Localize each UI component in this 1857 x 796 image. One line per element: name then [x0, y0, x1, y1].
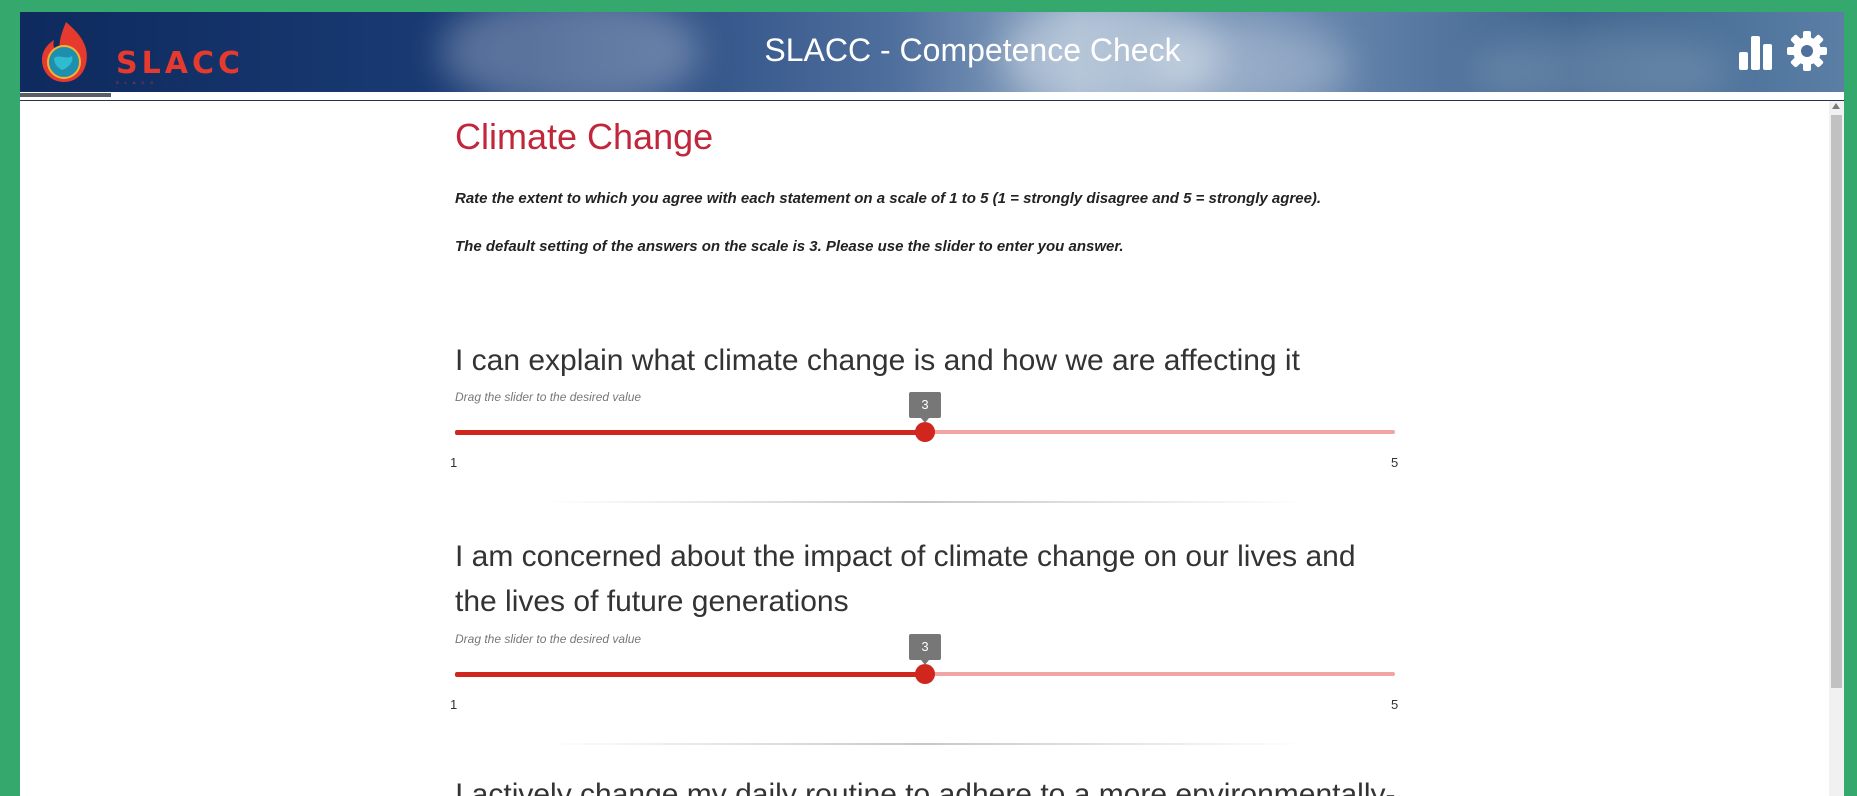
gear-icon[interactable] — [1786, 30, 1828, 72]
question-separator — [545, 743, 1305, 745]
header-bar: SLACC SLACC · · · · · SLACC - Competence… — [20, 12, 1844, 92]
slider-handle[interactable] — [915, 664, 935, 684]
slider-max-label: 5 — [1391, 697, 1399, 712]
scrollbar-thumb[interactable] — [1831, 115, 1842, 688]
slider-handle[interactable] — [915, 422, 935, 442]
slider-track[interactable] — [925, 430, 1395, 434]
instruction-scale: Rate the extent to which you agree with … — [455, 190, 1322, 207]
header-divider — [20, 100, 1844, 101]
bar-chart-icon[interactable] — [1738, 30, 1774, 72]
page-title: Climate Change — [455, 116, 714, 157]
slider-track[interactable] — [925, 672, 1395, 676]
instruction-default: The default setting of the answers on th… — [455, 238, 1124, 255]
progress-track — [20, 92, 1844, 95]
slider-fill — [455, 430, 925, 435]
slider-min-label: 1 — [450, 697, 458, 712]
slider-value-tooltip: 3 — [909, 634, 941, 665]
slider-min-label: 1 — [450, 455, 458, 470]
app-window: SLACC SLACC · · · · · SLACC - Competence… — [20, 12, 1844, 796]
slider-fill — [455, 672, 925, 677]
progress-bar — [20, 93, 111, 97]
logo-subtitle: SLACC · · · · · — [116, 80, 218, 90]
question-1-slider[interactable]: 3 1 5 — [450, 392, 1398, 470]
scrollbar[interactable] — [1829, 101, 1844, 796]
page-header-title: SLACC - Competence Check — [764, 32, 1181, 68]
question-3-text: I actively change my daily routine to ad… — [455, 778, 1396, 796]
slider-value-tooltip: 3 — [909, 392, 941, 423]
question-2-slider[interactable]: 3 1 5 — [450, 634, 1398, 712]
scroll-up-arrow-icon[interactable] — [1832, 103, 1840, 109]
question-2-text: I am concerned about the impact of clima… — [455, 540, 1356, 618]
slider-max-label: 5 — [1391, 455, 1399, 470]
question-1-text: I can explain what climate change is and… — [455, 344, 1300, 377]
question-separator — [545, 501, 1305, 503]
